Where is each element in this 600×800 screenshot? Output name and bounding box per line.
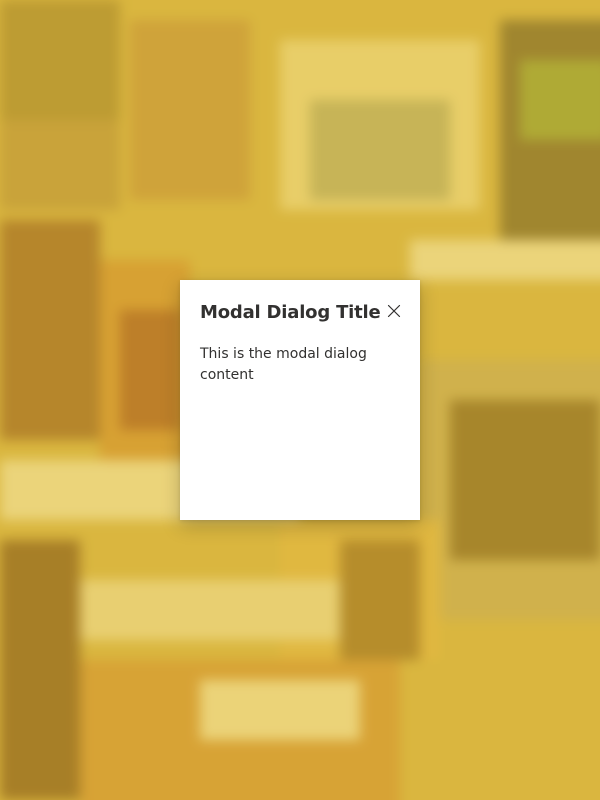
modal-title: Modal Dialog Title: [200, 301, 381, 323]
modal-content: This is the modal dialog content: [200, 346, 367, 383]
modal-header: Modal Dialog Title: [200, 298, 401, 326]
modal-dialog: Modal Dialog Title This is the modal dia…: [180, 280, 420, 520]
close-button[interactable]: [382, 300, 406, 324]
close-icon: [387, 304, 401, 321]
